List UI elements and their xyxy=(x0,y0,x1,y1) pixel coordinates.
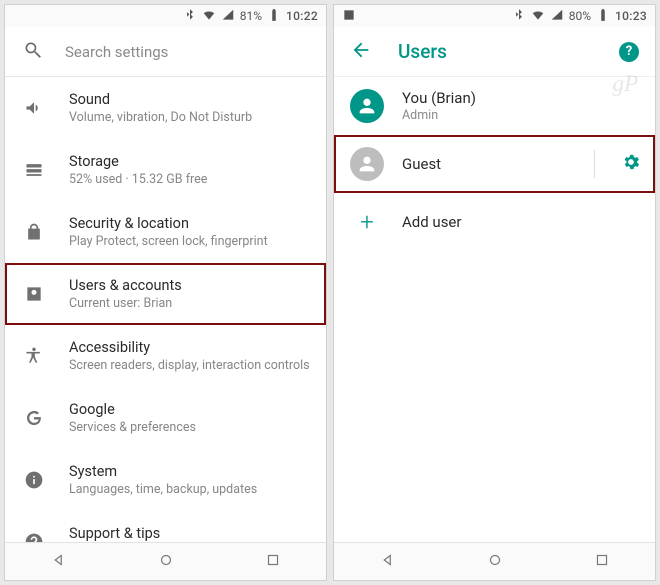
item-title: Security & location xyxy=(69,215,268,232)
accessibility-icon xyxy=(23,346,45,366)
user-title: You (Brian) xyxy=(402,89,476,107)
divider xyxy=(594,150,595,178)
account-box-icon xyxy=(23,284,45,304)
item-sub: Languages, time, backup, updates xyxy=(69,482,257,497)
battery-icon xyxy=(267,8,281,25)
nav-home-icon[interactable] xyxy=(157,551,175,573)
phone-left: 81% 10:22 Search settings Sound Volume, v… xyxy=(4,4,327,581)
storage-icon xyxy=(23,160,45,180)
user-row-you[interactable]: You (Brian) Admin xyxy=(334,77,655,135)
users-list: You (Brian) Admin Guest + Add user xyxy=(334,77,655,542)
settings-item-system[interactable]: System Languages, time, backup, updates xyxy=(5,449,326,511)
battery-percent: 80% xyxy=(569,9,591,23)
plus-icon: + xyxy=(350,208,384,236)
help-button[interactable]: ? xyxy=(619,42,639,62)
help-icon xyxy=(23,532,45,542)
item-sub: Screen readers, display, interaction con… xyxy=(69,358,310,373)
status-bar: 81% 10:22 xyxy=(5,5,326,27)
app-bar-title: Users xyxy=(398,40,593,63)
user-sub: Admin xyxy=(402,108,476,123)
battery-icon xyxy=(596,8,610,25)
settings-list: Sound Volume, vibration, Do Not Disturb S… xyxy=(5,77,326,542)
search-icon xyxy=(23,40,43,64)
item-title: Accessibility xyxy=(69,339,310,356)
search-settings[interactable]: Search settings xyxy=(5,27,326,77)
status-clock: 10:22 xyxy=(286,9,318,23)
settings-item-users-accounts[interactable]: Users & accounts Current user: Brian xyxy=(5,263,326,325)
signal-icon xyxy=(221,8,235,25)
battery-percent: 81% xyxy=(240,9,262,23)
speaker-icon xyxy=(23,98,45,118)
item-title: Support & tips xyxy=(69,525,304,542)
nav-home-icon[interactable] xyxy=(486,551,504,573)
screenshot-notify-icon xyxy=(342,8,356,25)
lock-icon xyxy=(23,222,45,242)
settings-item-sound[interactable]: Sound Volume, vibration, Do Not Disturb xyxy=(5,77,326,139)
nav-recent-icon[interactable] xyxy=(593,551,611,573)
signal-icon xyxy=(550,8,564,25)
item-sub: Volume, vibration, Do Not Disturb xyxy=(69,110,252,125)
search-placeholder: Search settings xyxy=(65,43,168,61)
settings-item-storage[interactable]: Storage 52% used · 15.32 GB free xyxy=(5,139,326,201)
info-icon xyxy=(23,470,45,490)
item-title: Users & accounts xyxy=(69,277,182,294)
app-bar: Users ? xyxy=(334,27,655,77)
add-user-label: Add user xyxy=(402,213,461,231)
add-user-row[interactable]: + Add user xyxy=(334,193,655,251)
user-title: Guest xyxy=(402,155,441,173)
settings-item-accessibility[interactable]: Accessibility Screen readers, display, in… xyxy=(5,325,326,387)
settings-item-support[interactable]: Support & tipsHelp articles, phone & cha… xyxy=(5,511,326,542)
bluetooth-icon xyxy=(183,8,197,25)
item-sub: Play Protect, screen lock, fingerprint xyxy=(69,234,268,249)
google-icon xyxy=(23,408,45,428)
nav-recent-icon[interactable] xyxy=(264,551,282,573)
nav-back-icon[interactable] xyxy=(50,551,68,573)
item-sub: 52% used · 15.32 GB free xyxy=(69,172,207,187)
avatar xyxy=(350,147,384,181)
item-title: Sound xyxy=(69,91,252,108)
back-button[interactable] xyxy=(350,39,372,65)
item-title: Storage xyxy=(69,153,207,170)
bluetooth-icon xyxy=(512,8,526,25)
nav-back-icon[interactable] xyxy=(379,551,397,573)
status-bar: 80% 10:23 xyxy=(334,5,655,27)
wifi-icon xyxy=(531,8,545,25)
wifi-icon xyxy=(202,8,216,25)
user-settings-button[interactable] xyxy=(621,152,641,176)
phone-right: 80% 10:23 Users ? gP You (Brian) Admin xyxy=(333,4,656,581)
user-row-guest[interactable]: Guest xyxy=(334,135,655,193)
nav-bar xyxy=(5,542,326,580)
item-sub: Services & preferences xyxy=(69,420,196,435)
settings-item-security[interactable]: Security & location Play Protect, screen … xyxy=(5,201,326,263)
avatar xyxy=(350,89,384,123)
status-clock: 10:23 xyxy=(615,9,647,23)
item-sub: Current user: Brian xyxy=(69,296,182,311)
item-title: Google xyxy=(69,401,196,418)
item-title: System xyxy=(69,463,257,480)
settings-item-google[interactable]: Google Services & preferences xyxy=(5,387,326,449)
nav-bar xyxy=(334,542,655,580)
